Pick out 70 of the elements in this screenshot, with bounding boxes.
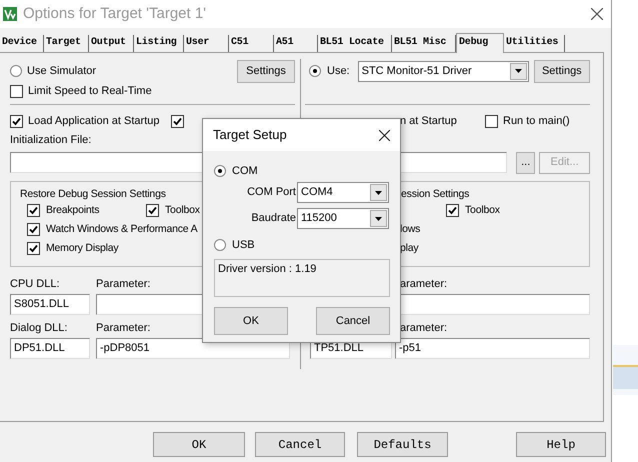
- text-field[interactable]: -p51: [395, 338, 590, 359]
- dialog-button[interactable]: Help: [516, 432, 606, 457]
- text-field[interactable]: S8051.DLL: [10, 294, 90, 315]
- checkbox[interactable]: [27, 204, 40, 217]
- tab[interactable]: C51: [229, 35, 274, 52]
- dropdown[interactable]: 115200: [297, 208, 389, 229]
- label-text: Parameter:: [96, 320, 150, 336]
- checkbox[interactable]: [27, 242, 40, 255]
- checkbox[interactable]: [171, 114, 184, 128]
- tab[interactable]: BL51 Misc: [392, 35, 456, 52]
- label-text: COM: [232, 164, 258, 179]
- text-field[interactable]: DP51.DLL: [10, 338, 90, 359]
- checkbox[interactable]: [146, 204, 159, 217]
- label-text: Initialization File:: [10, 132, 92, 148]
- close-icon[interactable]: [591, 8, 603, 20]
- app-icon: [3, 6, 17, 21]
- settings-button[interactable]: Settings: [534, 60, 590, 82]
- label-text: CPU DLL:: [10, 276, 61, 292]
- checkbox[interactable]: [27, 223, 40, 236]
- tab[interactable]: BL51 Locate: [318, 35, 392, 52]
- ok-button[interactable]: OK: [214, 307, 288, 335]
- label-text: Watch Windows & Performance A: [46, 222, 198, 237]
- label-text: Load Application at Startup: [28, 114, 160, 129]
- dropdown-arrow-icon: [375, 190, 382, 194]
- label-text: Toolbox: [465, 202, 500, 218]
- tab[interactable]: Listing: [134, 35, 184, 52]
- label-text: Dialog DLL:: [10, 320, 68, 336]
- label-text: USB: [232, 238, 255, 253]
- tab[interactable]: Device: [0, 35, 44, 52]
- label-text: COM Port: [246, 185, 296, 200]
- label-text: Parameter:: [96, 276, 150, 292]
- dialog-title: Target Setup: [213, 126, 287, 144]
- dialog-button[interactable]: OK: [153, 432, 245, 457]
- tab[interactable]: User: [184, 35, 229, 52]
- version-text: Driver version : 1.19: [218, 263, 316, 275]
- checkbox[interactable]: [485, 114, 498, 128]
- label-text: Use:: [327, 64, 350, 79]
- dropdown[interactable]: COM4: [297, 182, 389, 203]
- label-text: Use Simulator: [27, 64, 96, 79]
- checkbox[interactable]: [10, 85, 23, 98]
- tab[interactable]: Output: [89, 35, 134, 52]
- tab[interactable]: Debug: [456, 33, 504, 53]
- cancel-button[interactable]: Cancel: [316, 307, 390, 335]
- dropdown[interactable]: STC Monitor-51 Driver: [358, 60, 529, 82]
- label-text: n at Startup: [400, 114, 458, 129]
- radio-button[interactable]: [309, 65, 321, 77]
- label-text: Run to main(): [503, 114, 570, 129]
- label-text: Baudrate: [250, 211, 296, 226]
- label-text: Toolbox: [165, 202, 200, 218]
- dropdown-arrow-icon: [375, 216, 382, 220]
- settings-button[interactable]: Settings: [237, 60, 295, 82]
- label-text: arameter:: [400, 320, 448, 336]
- tab[interactable]: Target: [44, 35, 89, 52]
- radio-button[interactable]: [214, 239, 226, 251]
- tab[interactable]: Utilities: [504, 35, 565, 52]
- radio-button[interactable]: [214, 165, 226, 177]
- dialog-button[interactable]: Defaults: [357, 432, 448, 457]
- label-text: Memory Display: [46, 240, 118, 256]
- close-icon[interactable]: [379, 130, 390, 142]
- checkbox[interactable]: [446, 204, 459, 217]
- label-text: arameter:: [400, 276, 448, 292]
- label-text: Limit Speed to Real-Time: [28, 84, 152, 100]
- window-title: Options for Target 'Target 1': [23, 5, 206, 23]
- dialog-button[interactable]: Cancel: [255, 432, 345, 457]
- tab[interactable]: A51: [274, 35, 318, 52]
- radio-button[interactable]: [10, 65, 22, 77]
- label-text: Breakpoints: [46, 202, 100, 218]
- browse-button[interactable]: ...: [516, 152, 536, 174]
- dropdown-arrow-icon: [514, 69, 522, 73]
- checkbox[interactable]: [10, 114, 23, 128]
